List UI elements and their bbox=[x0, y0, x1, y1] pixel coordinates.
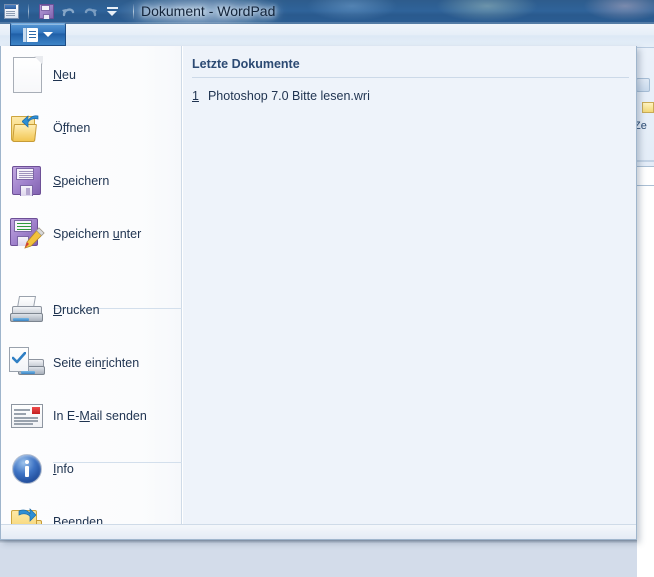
menu-item-label: Seite einrichten bbox=[53, 356, 140, 370]
ribbon-fragment-highlight-icon[interactable] bbox=[642, 102, 654, 113]
wordpad-window: Ze | bbox=[0, 0, 654, 577]
mail-envelope-icon bbox=[1, 391, 53, 441]
menu-item-neu[interactable]: Neu bbox=[1, 50, 182, 100]
menu-item-label: Drucken bbox=[53, 303, 100, 317]
menu-item-label: In E-Mail senden bbox=[53, 409, 147, 423]
recent-document-number: 1 bbox=[192, 89, 199, 103]
recent-documents-header: Letzte Dokumente bbox=[192, 57, 300, 71]
redo-icon[interactable] bbox=[79, 1, 101, 22]
menu-item-in-email-senden[interactable]: In E-Mail senden bbox=[1, 391, 182, 441]
save-as-icon bbox=[1, 209, 53, 259]
document-right-margin bbox=[637, 540, 654, 577]
menu-item-speichern-unter[interactable]: Speichern unter bbox=[1, 209, 182, 259]
application-menu-footer bbox=[1, 524, 636, 539]
menu-item-seite-einrichten[interactable]: Seite einrichten bbox=[1, 338, 182, 388]
recent-document-item[interactable]: 1 Photoshop 7.0 Bitte lesen.wri bbox=[192, 85, 370, 107]
customize-icon[interactable] bbox=[101, 1, 123, 22]
app-menu-button[interactable] bbox=[10, 23, 66, 46]
info-icon bbox=[1, 444, 53, 494]
open-folder-icon bbox=[1, 103, 53, 153]
menu-item-speichern[interactable]: Speichern bbox=[1, 156, 182, 206]
menu-item-label: Speichern unter bbox=[53, 227, 142, 241]
menu-item-oeffnen[interactable]: Öffnen bbox=[1, 103, 182, 153]
document-background-strip bbox=[0, 543, 637, 577]
recent-document-name: Photoshop 7.0 Bitte lesen.wri bbox=[207, 89, 370, 103]
checkmark-icon bbox=[11, 351, 27, 368]
menu-item-label: Öffnen bbox=[53, 121, 91, 135]
chevron-down-icon bbox=[43, 32, 53, 37]
app-menu-glyph-icon bbox=[23, 27, 38, 42]
qat-separator bbox=[28, 3, 29, 19]
pencil-icon bbox=[23, 226, 45, 249]
menu-item-label: Speichern bbox=[53, 174, 110, 188]
menu-item-label: Info bbox=[53, 462, 74, 476]
page-setup-icon bbox=[1, 338, 53, 388]
wordpad-icon[interactable] bbox=[0, 1, 22, 22]
quick-access-toolbar bbox=[0, 0, 123, 22]
new-document-icon bbox=[1, 50, 53, 100]
ribbon-strip bbox=[0, 24, 654, 48]
save-icon[interactable] bbox=[35, 1, 57, 22]
titlebar-edge bbox=[0, 22, 654, 24]
menu-item-drucken[interactable]: Drucken bbox=[1, 285, 182, 335]
printer-icon bbox=[1, 285, 53, 335]
undo-icon[interactable] bbox=[57, 1, 79, 22]
window-title: Dokument - WordPad bbox=[141, 3, 276, 19]
application-menu: Neu Öffnen Speichern Speichern unter Dru… bbox=[0, 46, 637, 540]
ribbon-fragment-icon[interactable] bbox=[636, 78, 650, 92]
menu-drop-shadow bbox=[0, 540, 637, 543]
title-bar[interactable]: Dokument - WordPad bbox=[0, 0, 654, 24]
recent-documents-divider bbox=[192, 77, 629, 78]
save-floppy-icon bbox=[1, 156, 53, 206]
title-separator bbox=[133, 4, 134, 19]
menu-item-label: Neu bbox=[53, 68, 76, 82]
menu-item-info[interactable]: Info bbox=[1, 444, 182, 494]
